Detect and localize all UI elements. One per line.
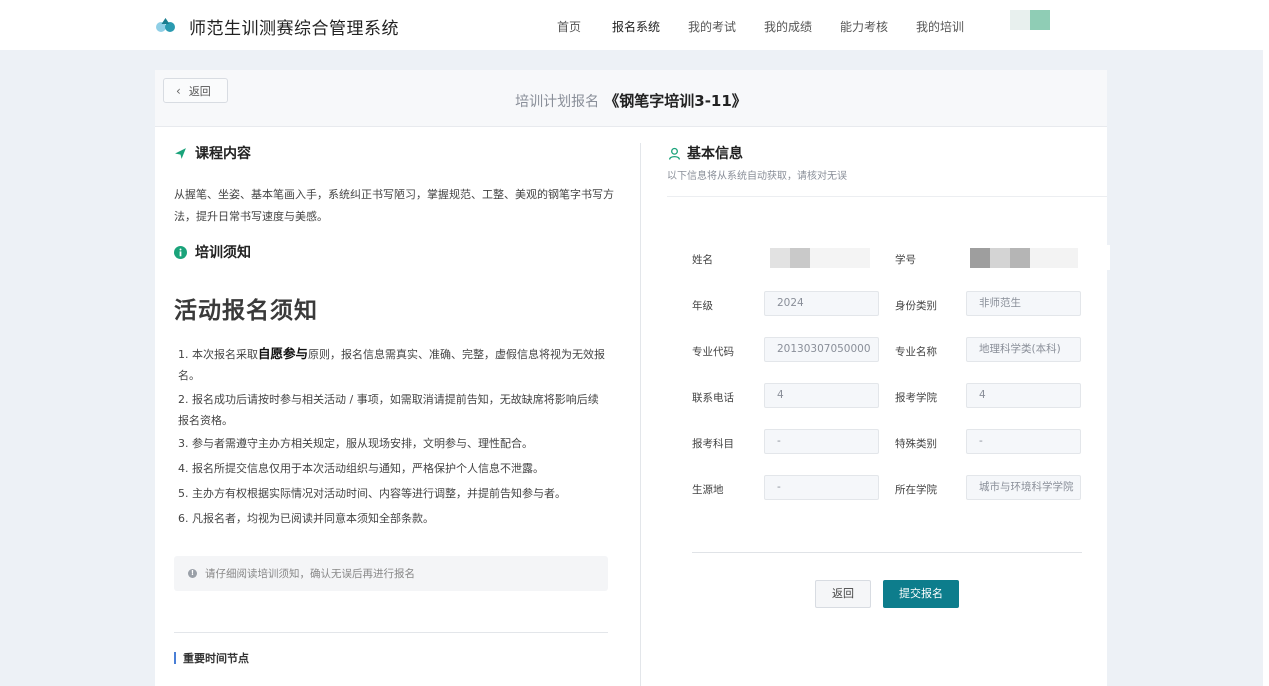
top-navbar: 师范生训测赛综合管理系统 首页 报名系统 我的考试 我的成绩 能力考核 我的培训: [0, 0, 1263, 50]
basic-info-subtitle: 以下信息将从系统自动获取，请核对无误: [667, 171, 847, 182]
college-label: 所在学院: [895, 484, 937, 496]
origin-label: 生源地: [692, 484, 724, 496]
basic-info-divider: [667, 196, 1107, 197]
phone-field[interactable]: 4: [764, 383, 879, 408]
student-id-field[interactable]: [966, 245, 1110, 270]
major-code-label: 专业代码: [692, 346, 734, 358]
redacted-block: [770, 248, 790, 268]
special-category-field[interactable]: -: [966, 429, 1081, 454]
redacted-block: [970, 248, 990, 268]
redacted-block: [990, 248, 1010, 268]
section-divider: [174, 632, 608, 633]
notice-rule-4: 4. 报名所提交信息仅用于本次活动组织与通知，严格保护个人信息不泄露。: [178, 462, 544, 475]
subject-label: 报考科目: [692, 438, 734, 450]
name-field[interactable]: [764, 245, 879, 270]
notice-rule-3: 3. 参与者需遵守主办方相关规定，服从现场安排，文明参与、理性配合。: [178, 437, 533, 450]
nav-my-training[interactable]: 我的培训: [916, 18, 964, 35]
read-notice-tip-text: 请仔细阅读培训须知，确认无误后再进行报名: [205, 568, 415, 580]
page-title-prefix: 培训计划报名: [515, 94, 600, 110]
avatar[interactable]: [1010, 10, 1030, 30]
major-code-field[interactable]: 20130307050000: [764, 337, 879, 362]
major-name-field[interactable]: 地理科学类(本科): [966, 337, 1081, 362]
redacted-block: [1030, 248, 1078, 268]
course-description: 从握笔、坐姿、基本笔画入手，系统纠正书写陋习，掌握规范、工整、美观的钢笔字书写方…: [174, 188, 614, 223]
course-title: 《钢笔字培训3-11》: [604, 92, 747, 110]
form-divider: [692, 552, 1082, 553]
grade-field[interactable]: 2024: [764, 291, 879, 316]
notice-rule-2: 2. 报名成功后请按时参与相关活动 / 事项，如需取消请提前告知，无故缺席将影响…: [178, 393, 599, 427]
notice-rule-6: 6. 凡报名者，均视为已阅读并同意本须知全部条款。: [178, 512, 434, 525]
column-divider: [640, 143, 641, 686]
redacted-block: [810, 248, 870, 268]
send-icon: [175, 147, 186, 159]
notice-heading-text: 培训须知: [195, 245, 251, 261]
avatar-image[interactable]: [1030, 10, 1050, 30]
grade-label: 年级: [692, 300, 713, 312]
registration-card: ‹ 返回 培训计划报名 《钢笔字培训3-11》 课程内容 从握笔、坐姿、基本笔画…: [155, 70, 1110, 686]
basic-info-heading-text: 基本信息: [687, 146, 743, 162]
nav-ability-assessment[interactable]: 能力考核: [840, 18, 888, 35]
read-notice-tip: ! 请仔细阅读培训须知，确认无误后再进行报名: [174, 556, 608, 591]
major-name-label: 专业名称: [895, 346, 937, 358]
nav-home[interactable]: 首页: [557, 18, 581, 35]
info-circle-icon: !: [188, 569, 197, 578]
scroll-gutter: [1263, 0, 1269, 686]
timeline-heading-text: 重要时间节点: [183, 652, 249, 665]
subject-field[interactable]: -: [764, 429, 879, 454]
special-category-label: 特殊类别: [895, 438, 937, 450]
timeline-heading: 重要时间节点: [174, 650, 249, 666]
app-logo-icon: [156, 18, 175, 32]
info-icon: [174, 245, 187, 259]
basic-info-heading: 基本信息: [668, 143, 743, 163]
nav-my-scores[interactable]: 我的成绩: [764, 18, 812, 35]
submit-registration-button[interactable]: 提交报名: [883, 580, 959, 608]
student-id-label: 学号: [895, 254, 916, 266]
redacted-block: [1010, 248, 1030, 268]
course-content-heading-text: 课程内容: [195, 146, 251, 162]
notice-heading: 培训须知: [174, 242, 251, 262]
notice-rule-5: 5. 主办方有权根据实际情况对活动时间、内容等进行调整，并提前告知参与者。: [178, 487, 566, 500]
notice-big-title: 活动报名须知: [174, 298, 318, 324]
notice-rule-1-emphasis: 自愿参与: [258, 346, 309, 361]
notice-rule-1: 1. 本次报名采取自愿参与原则，报名信息需真实、准确、完整，虚假信息将视为无效报…: [178, 343, 608, 386]
course-content-heading: 课程内容: [174, 143, 251, 163]
timeline-accent-bar: [174, 652, 176, 664]
page-title: 培训计划报名 《钢笔字培训3-11》: [155, 90, 1107, 111]
nav-my-exams[interactable]: 我的考试: [688, 18, 736, 35]
cancel-button[interactable]: 返回: [815, 580, 871, 608]
identity-label: 身份类别: [895, 300, 937, 312]
identity-field[interactable]: 非师范生: [966, 291, 1081, 316]
nav-registration[interactable]: 报名系统: [612, 18, 660, 35]
user-icon: [668, 147, 681, 160]
notice-rule-1-prefix: 1. 本次报名采取: [178, 348, 258, 361]
redacted-block: [790, 248, 810, 268]
card-header: ‹ 返回 培训计划报名 《钢笔字培训3-11》: [155, 70, 1107, 127]
apply-college-label: 报考学院: [895, 392, 937, 404]
name-label: 姓名: [692, 254, 713, 266]
college-field[interactable]: 城市与环境科学学院: [966, 475, 1081, 500]
apply-college-field[interactable]: 4: [966, 383, 1081, 408]
origin-field[interactable]: -: [764, 475, 879, 500]
app-brand-title: 师范生训测赛综合管理系统: [189, 19, 399, 39]
phone-label: 联系电话: [692, 392, 734, 404]
